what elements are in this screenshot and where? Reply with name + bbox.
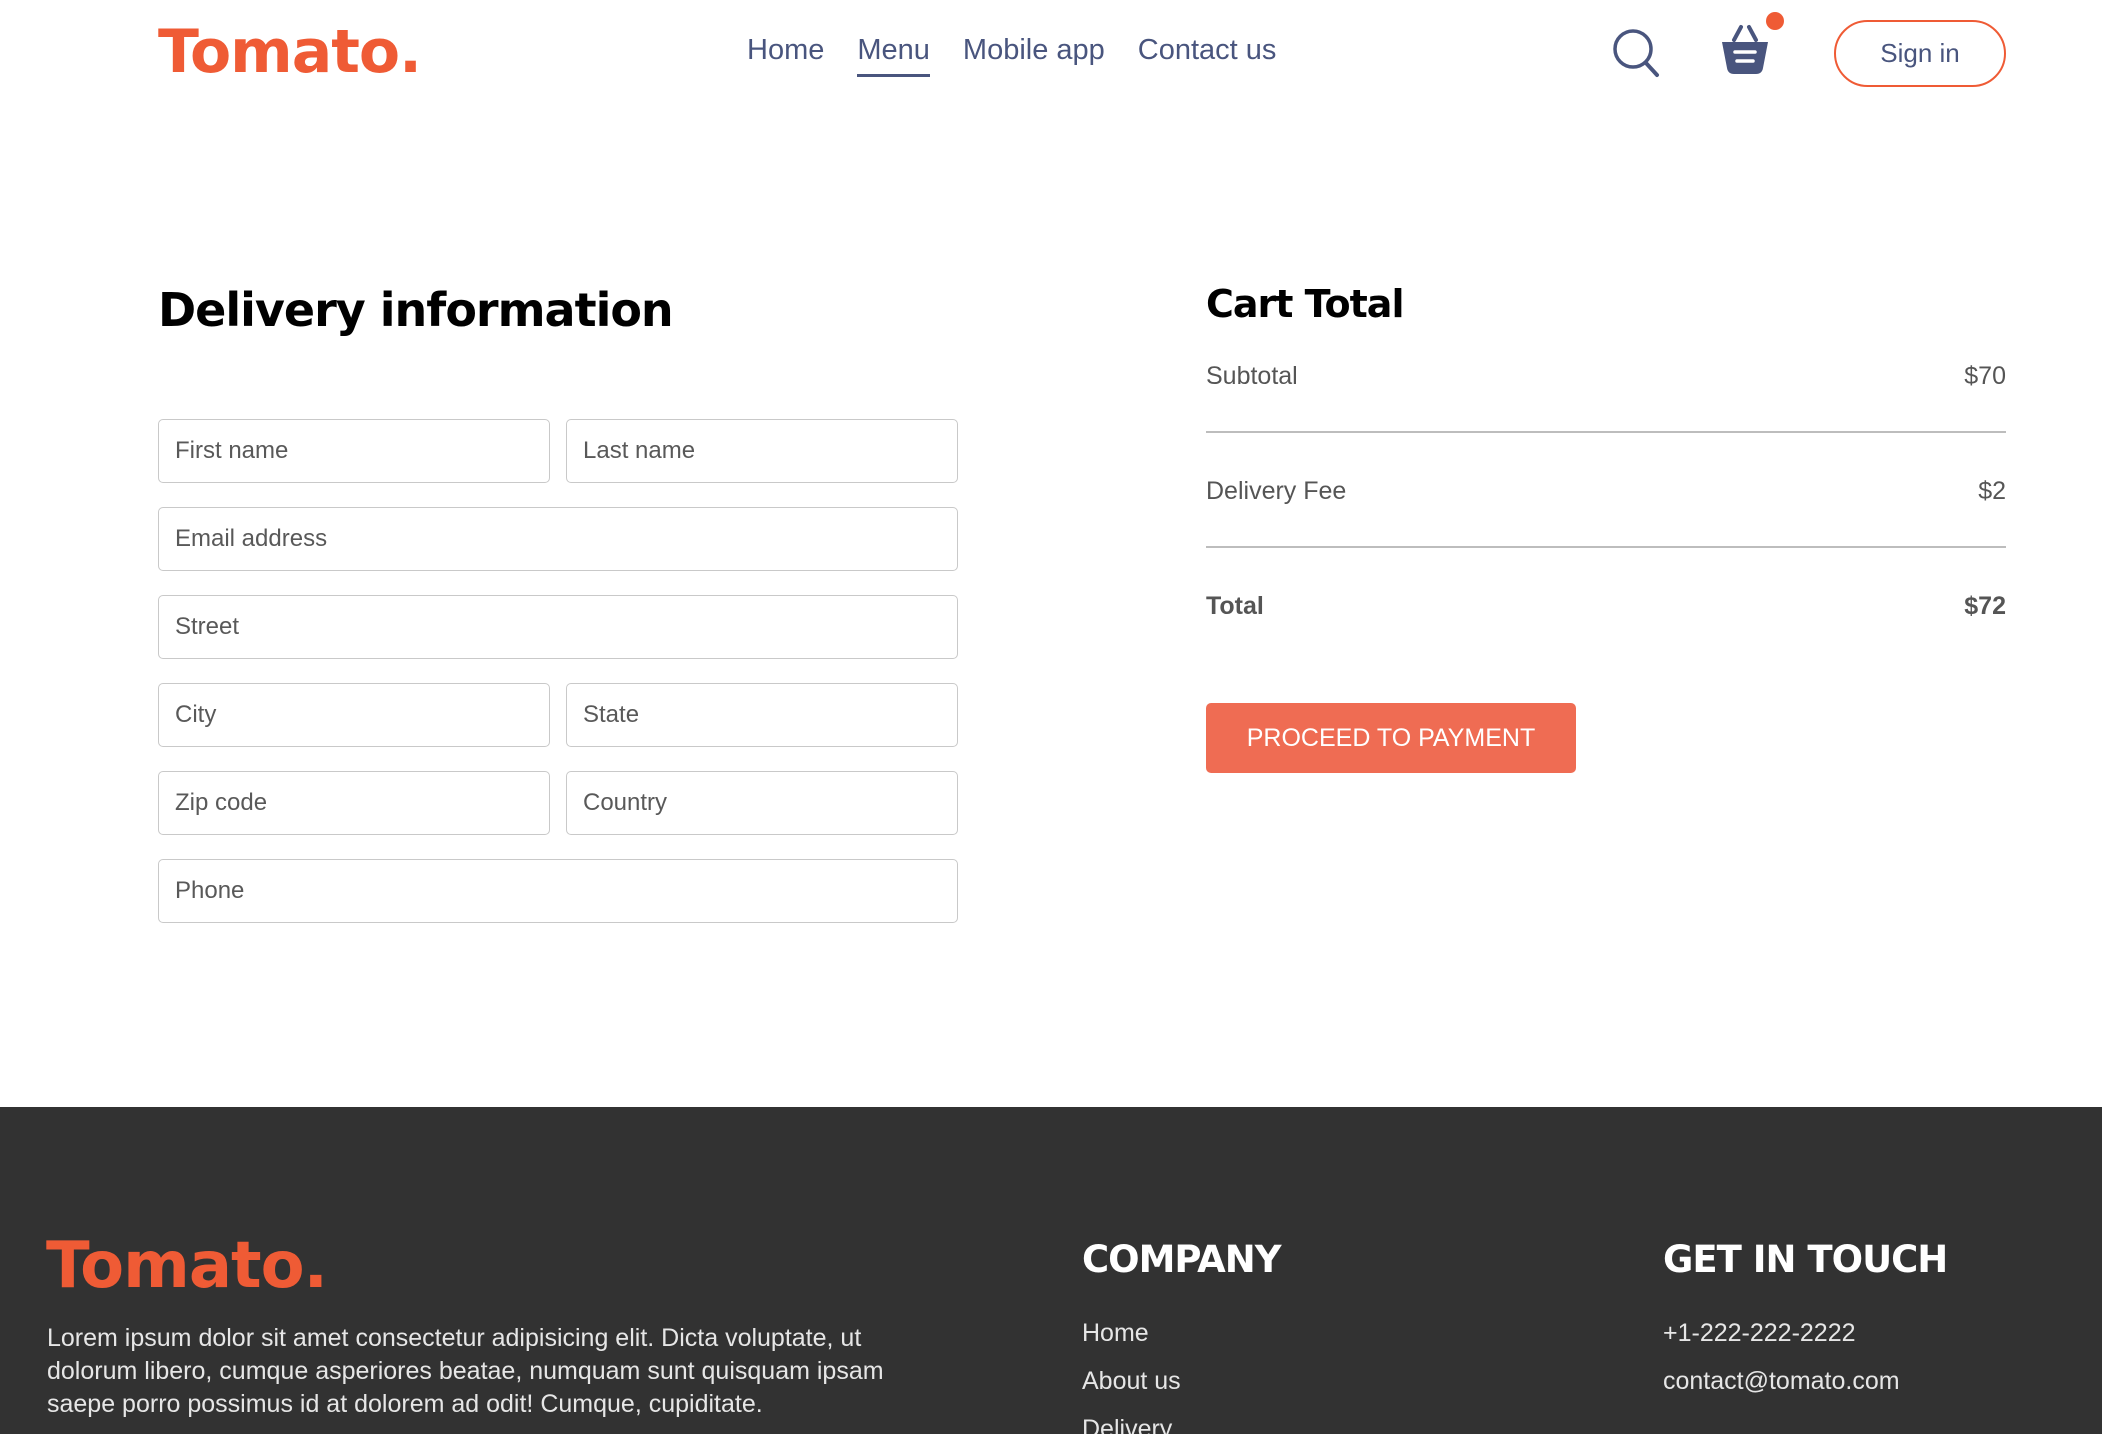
basket-icon[interactable]	[1718, 22, 1772, 78]
nav-link-menu[interactable]: Menu	[857, 30, 930, 77]
footer-description: Lorem ipsum dolor sit amet consectetur a…	[47, 1324, 884, 1418]
footer-contact-heading: GET IN TOUCH	[1663, 1238, 1948, 1281]
cart-divider	[1206, 431, 2006, 433]
total-label: Total	[1206, 591, 1264, 620]
delivery-fee-label: Delivery Fee	[1206, 476, 1347, 505]
footer-email[interactable]: contact@tomato.com	[1663, 1364, 1900, 1398]
cart-total-title: Cart Total	[1206, 282, 1404, 326]
nav-menu: Home Menu Mobile app Contact us	[747, 30, 1276, 77]
subtotal-label: Subtotal	[1206, 361, 1298, 390]
phone-field[interactable]	[158, 859, 958, 923]
footer-logo: Tomato.	[46, 1229, 328, 1303]
total-value: $72	[1964, 591, 2006, 620]
search-icon[interactable]	[1612, 28, 1660, 78]
email-field[interactable]	[158, 507, 958, 571]
last-name-field[interactable]	[566, 419, 958, 483]
zip-code-field[interactable]	[158, 771, 550, 835]
cart-divider	[1206, 546, 2006, 548]
footer-company-heading: COMPANY	[1082, 1238, 1282, 1281]
footer-link-home[interactable]: Home	[1082, 1316, 1149, 1350]
total-row: Total $72	[1206, 586, 2006, 626]
delivery-fee-value: $2	[1978, 476, 2006, 505]
state-field[interactable]	[566, 683, 958, 747]
delivery-title: Delivery information	[158, 283, 674, 337]
footer-link-about-us[interactable]: About us	[1082, 1364, 1181, 1398]
logo[interactable]: Tomato.	[158, 14, 422, 90]
nav-link-mobile-app[interactable]: Mobile app	[963, 30, 1105, 77]
basket-notification-dot	[1766, 12, 1784, 30]
proceed-to-payment-button[interactable]: PROCEED TO PAYMENT	[1206, 703, 1576, 773]
footer-link-delivery[interactable]: Delivery	[1082, 1412, 1172, 1434]
footer-phone: +1-222-222-2222	[1663, 1319, 1856, 1347]
sign-in-button[interactable]: Sign in	[1834, 20, 2006, 87]
country-field[interactable]	[566, 771, 958, 835]
navbar: Tomato. Home Menu Mobile app Contact us …	[0, 0, 2102, 108]
nav-link-contact-us[interactable]: Contact us	[1138, 30, 1277, 77]
street-field[interactable]	[158, 595, 958, 659]
subtotal-row: Subtotal $70	[1206, 356, 2006, 396]
nav-link-home[interactable]: Home	[747, 30, 824, 77]
city-field[interactable]	[158, 683, 550, 747]
first-name-field[interactable]	[158, 419, 550, 483]
subtotal-value: $70	[1964, 361, 2006, 390]
delivery-fee-row: Delivery Fee $2	[1206, 471, 2006, 511]
